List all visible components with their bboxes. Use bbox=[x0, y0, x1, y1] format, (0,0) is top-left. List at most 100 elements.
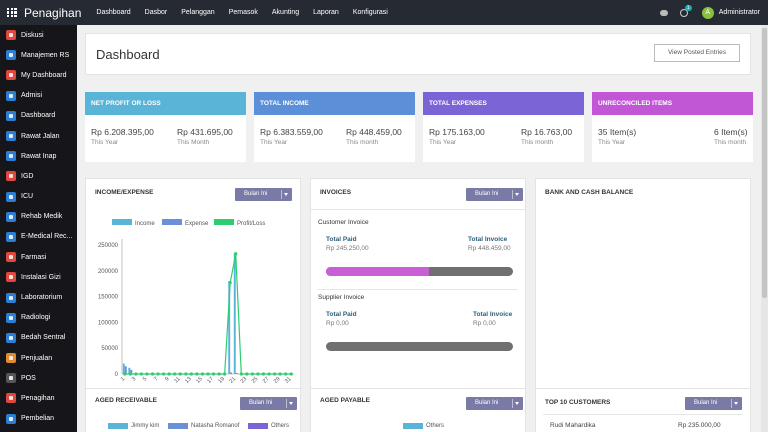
point-profit-loss bbox=[139, 372, 144, 376]
sidebar-item-farmasi[interactable]: Farmasi bbox=[0, 247, 77, 267]
sidebar-item-penagihan[interactable]: Penagihan bbox=[0, 388, 77, 408]
dropdown-value: Bulan Ini bbox=[694, 400, 718, 406]
module-icon bbox=[6, 393, 16, 404]
sidebar-item-laboratorium[interactable]: Laboratorium bbox=[0, 287, 77, 307]
legend-swatch bbox=[403, 423, 423, 429]
sidebar-item-e-medical-rec[interactable]: E-Medical Rec... bbox=[0, 227, 77, 247]
dropdown-value: Bulan Ini bbox=[475, 191, 499, 197]
x-tick-label: 11 bbox=[173, 376, 181, 384]
sidebar-item-manajemen-rs[interactable]: Manajemen RS bbox=[0, 45, 77, 65]
menu-pelanggan[interactable]: Pelanggan bbox=[179, 9, 226, 16]
sidebar-item-label: Rawat Inap bbox=[21, 152, 57, 160]
point-profit-loss bbox=[256, 372, 260, 376]
panel-title: INVOICES bbox=[320, 189, 352, 196]
kpi-title: TOTAL INCOME bbox=[254, 92, 415, 115]
sidebar-item-pos[interactable]: POS bbox=[0, 368, 77, 388]
point-profit-loss bbox=[228, 281, 232, 285]
sidebar-item-label: Dashboard bbox=[21, 112, 56, 120]
sidebar-item-label: POS bbox=[21, 374, 36, 382]
panel-title: INCOME/EXPENSE bbox=[95, 189, 154, 196]
sidebar-item-label: Penagihan bbox=[21, 394, 55, 402]
kpi-month-label: This Month bbox=[177, 139, 210, 146]
avatar[interactable]: A bbox=[701, 6, 714, 19]
customer-paid-fill bbox=[326, 267, 429, 276]
module-icon bbox=[6, 131, 16, 142]
period-dropdown[interactable]: Bulan Ini bbox=[685, 397, 742, 410]
module-icon bbox=[6, 50, 16, 61]
module-icon bbox=[6, 231, 16, 242]
top-menu: Dashboard Dasbor Pelanggan Pemasok Akunt… bbox=[94, 9, 399, 16]
module-icon bbox=[6, 312, 16, 323]
sidebar-item-my-dashboard[interactable]: My Dashboard bbox=[0, 65, 77, 85]
sidebar-item-label: Farmasi bbox=[21, 253, 47, 261]
sidebar-item-rawat-inap[interactable]: Rawat Inap bbox=[0, 146, 77, 166]
y-tick-label: 100000 bbox=[98, 320, 119, 326]
view-posted-entries-button[interactable]: View Posted Entries bbox=[654, 44, 740, 62]
sidebar-item-radiologi[interactable]: Radiologi bbox=[0, 308, 77, 328]
menu-laporan[interactable]: Laporan bbox=[311, 9, 351, 16]
user-name[interactable]: Administrator bbox=[719, 9, 760, 16]
legend-item: Others bbox=[403, 423, 444, 429]
menu-konfigurasi[interactable]: Konfigurasi bbox=[351, 9, 400, 16]
apps-grid-icon[interactable] bbox=[7, 7, 17, 18]
kpi-total-expenses[interactable]: TOTAL EXPENSES Rp 175.163,00 This Year Rp… bbox=[423, 92, 584, 162]
page-scrollbar[interactable] bbox=[761, 25, 768, 432]
point-profit-loss bbox=[156, 372, 160, 376]
bar-expense bbox=[230, 372, 233, 374]
point-profit-loss bbox=[184, 372, 188, 376]
legend-label: Others bbox=[426, 423, 445, 429]
legend-label: Natasha Romanof bbox=[191, 423, 240, 429]
kpi-unreconciled-items[interactable]: UNRECONCILED ITEMS 35 Item(s) This Year 6… bbox=[592, 92, 753, 162]
period-dropdown[interactable]: Bulan Ini bbox=[240, 397, 297, 410]
point-profit-loss bbox=[189, 372, 193, 376]
app-brand[interactable]: Penagihan bbox=[24, 6, 81, 20]
point-profit-loss bbox=[173, 372, 177, 376]
sidebar-item-admisi[interactable]: Admisi bbox=[0, 86, 77, 106]
customer-amount: Rp 235.000,00 bbox=[678, 422, 721, 429]
y-tick-label: 150000 bbox=[98, 295, 119, 301]
menu-akunting[interactable]: Akunting bbox=[270, 9, 311, 16]
sidebar-item-rawat-jalan[interactable]: Rawat Jalan bbox=[0, 126, 77, 146]
scrollbar-thumb[interactable] bbox=[762, 28, 767, 298]
sidebar-item-label: Rehab Medik bbox=[21, 213, 63, 221]
user-area: 1 A Administrator bbox=[659, 4, 768, 19]
customer-invoice-progress bbox=[326, 267, 513, 276]
sidebar-item-label: Laboratorium bbox=[21, 294, 63, 302]
sidebar-item-diskusi[interactable]: Diskusi bbox=[0, 25, 77, 45]
module-icon bbox=[6, 413, 16, 424]
sidebar-item-bedah-sentral[interactable]: Bedah Sentral bbox=[0, 328, 77, 348]
dropdown-value: Bulan Ini bbox=[475, 400, 499, 406]
kpi-net-profit[interactable]: NET PROFIT OR LOSS Rp 6.208.395,00 This Y… bbox=[85, 92, 246, 162]
menu-dasbor[interactable]: Dasbor bbox=[143, 9, 180, 16]
activity-button[interactable]: 1 bbox=[679, 4, 692, 17]
sidebar-item-pembelian[interactable]: Pembelian bbox=[0, 409, 77, 429]
sidebar-item-instalasi-gizi[interactable]: Instalasi Gizi bbox=[0, 267, 77, 287]
sidebar-item-icu[interactable]: ICU bbox=[0, 187, 77, 207]
x-tick-label: 15 bbox=[195, 376, 204, 385]
period-dropdown[interactable]: Bulan Ini bbox=[235, 188, 292, 201]
customer-total-paid-value: Rp 245.250,00 bbox=[326, 245, 369, 252]
income-expense-chart: Income Expense Profit/Loss 0 50000 100000 1500… bbox=[98, 219, 294, 385]
x-tick-label: 29 bbox=[273, 376, 282, 385]
page-header: Dashboard View Posted Entries bbox=[85, 33, 751, 75]
sidebar-item-label: ICU bbox=[21, 193, 34, 201]
legend-item: Natasha Romanof bbox=[168, 423, 239, 429]
point-profit-loss bbox=[217, 372, 221, 376]
period-dropdown[interactable]: Bulan Ini bbox=[466, 188, 523, 201]
kpi-total-income[interactable]: TOTAL INCOME Rp 6.383.559,00 This Year Rp… bbox=[254, 92, 415, 162]
period-dropdown[interactable]: Bulan Ini bbox=[466, 397, 523, 410]
sidebar-item-igd[interactable]: IGD bbox=[0, 166, 77, 186]
kpi-title: TOTAL EXPENSES bbox=[423, 92, 584, 115]
sidebar-item-label: Rawat Jalan bbox=[21, 132, 60, 140]
sidebar-item-rehab-medik[interactable]: Rehab Medik bbox=[0, 207, 77, 227]
menu-pemasok[interactable]: Pemasok bbox=[227, 9, 270, 16]
chat-icon[interactable] bbox=[659, 9, 668, 16]
sidebar-item-penjualan[interactable]: Penjualan bbox=[0, 348, 77, 368]
sidebar-item-dashboard[interactable]: Dashboard bbox=[0, 106, 77, 126]
point-profit-loss bbox=[167, 372, 171, 376]
point-profit-loss bbox=[245, 372, 249, 376]
panel-title: AGED RECEIVABLE bbox=[95, 397, 157, 404]
x-tick-label: 25 bbox=[251, 376, 260, 385]
sidebar-item-label: Instalasi Gizi bbox=[21, 273, 61, 281]
menu-dashboard[interactable]: Dashboard bbox=[94, 9, 142, 16]
